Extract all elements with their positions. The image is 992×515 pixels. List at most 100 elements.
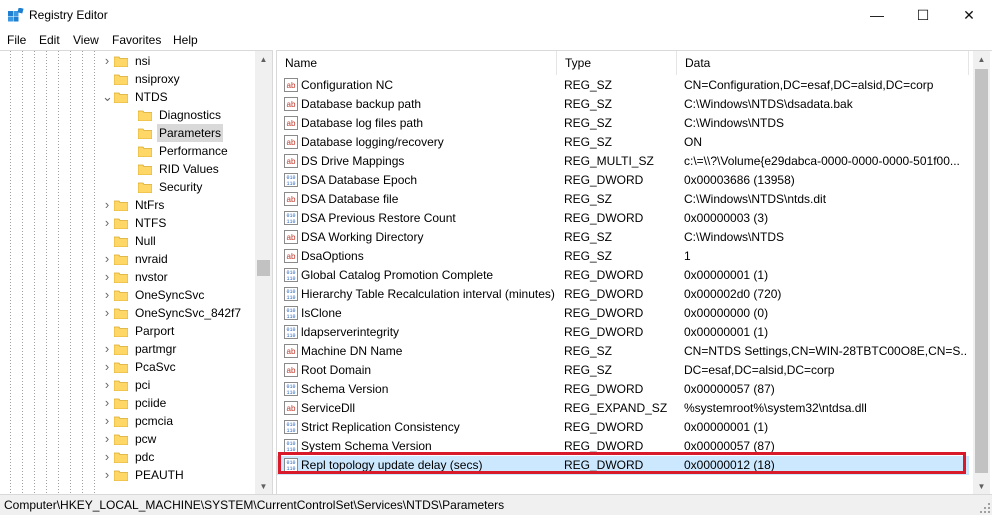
binary-value-icon: 010110 xyxy=(284,306,298,320)
table-row[interactable]: ab ServiceDll REG_EXPAND_SZ %systemroot%\sy… xyxy=(277,399,969,418)
table-row[interactable]: 010 110 IsClone REG_DWORD 0x00000000 (0) xyxy=(277,304,969,323)
tree-item[interactable]: › PcaSvc xyxy=(102,358,255,376)
tree-item[interactable]: › partmgr xyxy=(102,340,255,358)
values-list-pane[interactable]: Name Type Data ab Configuration NC REG_SZ C… xyxy=(276,50,992,495)
tree-item[interactable]: nsiproxy xyxy=(102,70,255,88)
chevron-right-icon[interactable]: › xyxy=(102,358,112,376)
tree-item[interactable]: › nvraid xyxy=(102,250,255,268)
chevron-right-icon[interactable]: › xyxy=(102,268,112,286)
tree-item[interactable]: › pciide xyxy=(102,394,255,412)
folder-icon xyxy=(138,164,152,175)
tree-item[interactable]: › nvstor xyxy=(102,268,255,286)
tree-item[interactable]: › OneSyncSvc_842f7 xyxy=(102,304,255,322)
table-row[interactable]: 010 110 Strict Replication Consistency REG_… xyxy=(277,418,969,437)
tree-item[interactable]: Performance xyxy=(126,142,255,160)
tree-item[interactable]: Null xyxy=(102,232,255,250)
menu-file[interactable]: File xyxy=(7,33,26,47)
menu-help[interactable]: Help xyxy=(173,33,198,47)
tree-item[interactable]: › OneSyncSvc xyxy=(102,286,255,304)
tree-item[interactable]: › NtFrs xyxy=(102,196,255,214)
svg-text:110: 110 xyxy=(286,390,295,396)
tree-item[interactable]: › pcmcia xyxy=(102,412,255,430)
resize-grip-icon[interactable] xyxy=(980,503,990,513)
svg-text:ab: ab xyxy=(287,195,296,204)
chevron-right-icon[interactable]: › xyxy=(102,376,112,394)
svg-text:ab: ab xyxy=(287,404,296,413)
svg-text:110: 110 xyxy=(286,276,295,282)
value-data: 0x00000001 (1) xyxy=(684,420,769,434)
table-row[interactable]: 010 110 ldapserverintegrity REG_DWORD 0x0000… xyxy=(277,323,969,342)
tree-item[interactable]: RID Values xyxy=(126,160,255,178)
chevron-right-icon[interactable]: › xyxy=(102,412,112,430)
chevron-right-icon[interactable]: › xyxy=(102,394,112,412)
tree-item[interactable]: ⌄ NTDS xyxy=(102,88,255,106)
table-row[interactable]: ab Database backup path REG_SZ C:\Windows\N… xyxy=(277,95,969,114)
values-scroll-thumb[interactable] xyxy=(975,69,988,473)
tree-item[interactable]: › pci xyxy=(102,376,255,394)
chevron-right-icon[interactable]: › xyxy=(102,466,112,484)
tree-item[interactable]: Parameters xyxy=(126,124,255,142)
scroll-down-arrow-icon[interactable]: ▼ xyxy=(255,478,272,495)
chevron-down-icon[interactable]: ⌄ xyxy=(102,88,113,106)
chevron-right-icon[interactable]: › xyxy=(102,304,112,322)
tree-item[interactable]: Parport xyxy=(102,322,255,340)
scroll-down-arrow-icon[interactable]: ▼ xyxy=(973,478,990,495)
table-row[interactable]: 010 110 Hierarchy Table Recalculation inte… xyxy=(277,285,969,304)
table-row[interactable]: ab DsaOptions REG_SZ 1 xyxy=(277,247,969,266)
svg-text:ab: ab xyxy=(287,366,296,375)
table-row[interactable]: ab Root Domain REG_SZ DC=esaf,DC=alsid,DC=c… xyxy=(277,361,969,380)
table-row[interactable]: 010 110 DSA Previous Restore Count REG_DWOR… xyxy=(277,209,969,228)
tree-item[interactable]: Diagnostics xyxy=(126,106,255,124)
column-header-name[interactable]: Name xyxy=(277,51,557,75)
chevron-right-icon[interactable]: › xyxy=(102,430,112,448)
chevron-right-icon[interactable]: › xyxy=(102,52,112,70)
chevron-right-icon[interactable]: › xyxy=(102,286,112,304)
tree-item[interactable]: › nsi xyxy=(102,52,255,70)
menu-edit[interactable]: Edit xyxy=(39,33,60,47)
tree-item[interactable]: › PEAUTH xyxy=(102,466,255,484)
maximize-button[interactable]: ☐ xyxy=(900,0,946,30)
table-row[interactable]: ab Configuration NC REG_SZ CN=Configuration… xyxy=(277,76,969,95)
values-scrollbar[interactable]: ▲ ▼ xyxy=(973,51,990,495)
scroll-up-arrow-icon[interactable]: ▲ xyxy=(255,51,272,68)
menu-favorites[interactable]: Favorites xyxy=(112,33,161,47)
table-row[interactable]: ab DSA Database file REG_SZ C:\Windows\NTDS… xyxy=(277,190,969,209)
column-header-type[interactable]: Type xyxy=(557,51,677,75)
close-button[interactable]: ✕ xyxy=(946,0,992,30)
binary-value-icon: 010110 xyxy=(284,211,298,225)
table-row[interactable]: 010 110 Global Catalog Promotion Complete R… xyxy=(277,266,969,285)
column-header-data[interactable]: Data xyxy=(677,51,969,75)
value-type: REG_SZ xyxy=(564,116,613,130)
value-name: Database logging/recovery xyxy=(301,135,444,149)
table-row[interactable]: ab Database log files path REG_SZ C:\Window… xyxy=(277,114,969,133)
scroll-up-arrow-icon[interactable]: ▲ xyxy=(973,51,990,68)
status-bar: Computer\HKEY_LOCAL_MACHINE\SYSTEM\Curre… xyxy=(0,494,992,515)
table-row[interactable]: ab Database logging/recovery REG_SZ ON xyxy=(277,133,969,152)
chevron-right-icon[interactable]: › xyxy=(102,250,112,268)
registry-tree-pane[interactable]: › nsi nsiproxy ⌄ NTDS Diagnostics Parameters Pe… xyxy=(0,50,273,495)
tree-scrollbar[interactable]: ▲ ▼ xyxy=(255,51,272,495)
tree-item-label: nsiproxy xyxy=(135,72,180,86)
tree-item[interactable]: › pcw xyxy=(102,430,255,448)
value-type: REG_SZ xyxy=(564,363,613,377)
folder-icon xyxy=(114,416,128,427)
value-name: Schema Version xyxy=(301,382,389,396)
tree-item[interactable]: › pdc xyxy=(102,448,255,466)
chevron-right-icon[interactable]: › xyxy=(102,196,112,214)
table-row[interactable]: ab Machine DN Name REG_SZ CN=NTDS Settings,… xyxy=(277,342,969,361)
chevron-right-icon[interactable]: › xyxy=(102,340,112,358)
folder-icon xyxy=(114,362,128,373)
tree-item[interactable]: › NTFS xyxy=(102,214,255,232)
minimize-button[interactable]: — xyxy=(854,0,900,30)
table-row[interactable]: 010 110 DSA Database Epoch REG_DWORD 0x00003… xyxy=(277,171,969,190)
tree-scroll-thumb[interactable] xyxy=(257,260,270,276)
table-row[interactable]: ab DSA Working Directory REG_SZ C:\Windows\… xyxy=(277,228,969,247)
tree-item[interactable]: Security xyxy=(126,178,255,196)
menu-view[interactable]: View xyxy=(73,33,99,47)
chevron-right-icon[interactable]: › xyxy=(102,214,112,232)
table-row[interactable]: 010 110 Schema Version REG_DWORD 0x00000057 … xyxy=(277,380,969,399)
chevron-right-icon[interactable]: › xyxy=(102,448,112,466)
svg-text:110: 110 xyxy=(286,428,295,434)
folder-icon xyxy=(114,92,128,103)
table-row[interactable]: ab DS Drive Mappings REG_MULTI_SZ c:\=\\?\V… xyxy=(277,152,969,171)
